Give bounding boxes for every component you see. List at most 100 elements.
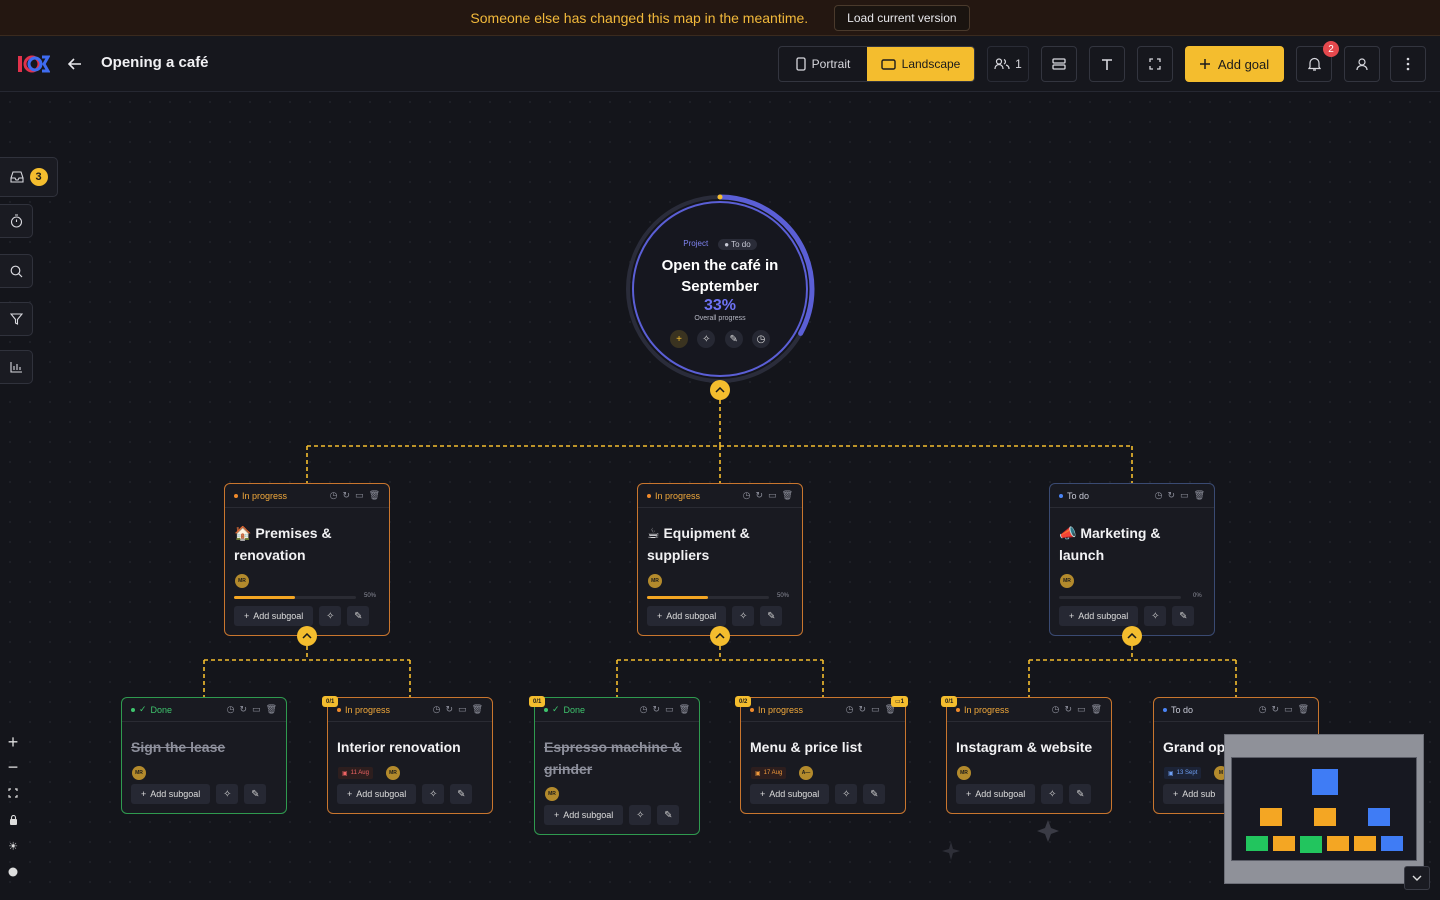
goal-card[interactable]: In progress ◷ ↻ ▭ 🗑 ☕ Equipment & suppliers… [637, 483, 803, 636]
subgoal-card[interactable]: In progress ◷ ↻ ▭ 🗑 Interior renovation ▣ 11… [327, 697, 493, 814]
repeat-icon[interactable]: ↻ [1272, 704, 1280, 715]
root-timer-icon[interactable]: ◷ [751, 330, 770, 348]
timer-icon[interactable]: ◷ [1155, 490, 1163, 501]
inbox-icon[interactable]: ▭ [871, 704, 880, 715]
trash-icon[interactable]: 🗑 [266, 704, 277, 715]
add-subgoal-button[interactable]: + Add subgoal [234, 606, 314, 626]
repeat-icon[interactable]: ↻ [343, 490, 351, 501]
search-button[interactable] [0, 254, 33, 288]
inbox-icon[interactable]: ▭ [1077, 704, 1086, 715]
fullscreen-button[interactable] [1137, 46, 1173, 82]
inbox-icon[interactable]: ▭ [355, 490, 364, 501]
trash-icon[interactable]: 🗑 [1091, 704, 1102, 715]
repeat-icon[interactable]: ↻ [859, 704, 867, 715]
repeat-icon[interactable]: ↻ [653, 704, 661, 715]
text-button[interactable] [1089, 46, 1125, 82]
subgoal-card[interactable]: In progress ◷ ↻ ▭ 🗑 Instagram & website MR … [946, 697, 1112, 814]
repeat-icon[interactable]: ↻ [1065, 704, 1073, 715]
root-collapse-button[interactable] [710, 380, 730, 400]
minimap[interactable] [1224, 734, 1424, 884]
landscape-view-button[interactable]: Landscape [867, 47, 974, 81]
avatar[interactable]: A— [799, 766, 813, 780]
lock-button[interactable] [3, 810, 23, 830]
back-arrow-icon[interactable] [64, 53, 86, 75]
add-subgoal-button[interactable]: + Add subgoal [956, 784, 1036, 804]
color-palette-icon[interactable] [3, 862, 23, 882]
task-count-tag[interactable]: 0/1 [322, 696, 339, 707]
timer-icon[interactable]: ◷ [743, 490, 751, 501]
inbox-icon[interactable]: ▭ [768, 490, 777, 501]
trash-icon[interactable]: 🗑 [782, 490, 793, 501]
goal-card[interactable]: In progress ◷ ↻ ▭ 🗑 🏠 Premises & renovation… [224, 483, 390, 636]
add-subgoal-button[interactable]: + Add subgoal [131, 784, 211, 804]
profile-button[interactable] [1344, 46, 1380, 82]
edit-pencil-icon[interactable]: ✎ [657, 805, 680, 825]
due-date-badge[interactable]: ▣ 11 Aug [338, 767, 373, 779]
add-subgoal-button[interactable]: + Add subgoal [647, 606, 727, 626]
avatar[interactable]: MR [235, 574, 249, 588]
add-subgoal-button[interactable]: + Add subgoal [750, 784, 830, 804]
magic-wand-icon[interactable]: ✧ [422, 784, 445, 804]
root-add-button[interactable]: + [670, 330, 688, 348]
inbox-icon[interactable]: ▭ [665, 704, 674, 715]
edit-pencil-icon[interactable]: ✎ [863, 784, 886, 804]
timer-icon[interactable]: ◷ [1259, 704, 1267, 715]
root-goal-node[interactable]: Project ● To do Open the café in Septemb… [624, 193, 816, 385]
trash-icon[interactable]: 🗑 [1298, 704, 1309, 715]
statistics-button[interactable] [0, 350, 33, 384]
more-menu-button[interactable] [1390, 46, 1426, 82]
timer-icon[interactable]: ◷ [640, 704, 648, 715]
comment-count-tag[interactable]: ▭ 1 [891, 696, 909, 707]
timer-icon[interactable]: ◷ [433, 704, 441, 715]
subgoal-card[interactable]: ✓ Done ◷ ↻ ▭ 🗑 Espresso machine & grinder M… [534, 697, 700, 835]
add-subgoal-button[interactable]: + Add subgoal [1059, 606, 1139, 626]
timer-icon[interactable]: ◷ [846, 704, 854, 715]
minimap-toggle-button[interactable] [1404, 866, 1430, 890]
edit-pencil-icon[interactable]: ✎ [244, 784, 267, 804]
avatar[interactable]: MR [386, 766, 400, 780]
trash-icon[interactable]: 🗑 [369, 490, 380, 501]
magic-wand-icon[interactable]: ✧ [1144, 606, 1167, 626]
inbox-icon[interactable]: ▭ [1284, 704, 1293, 715]
load-current-version-button[interactable]: Load current version [834, 4, 970, 31]
subgoal-card[interactable]: In progress ◷ ↻ ▭ 🗑 Menu & price list ▣ 17 A… [740, 697, 906, 814]
avatar[interactable]: MR [132, 766, 146, 780]
avatar[interactable]: MR [648, 574, 662, 588]
goal-collapse-button[interactable] [297, 626, 317, 646]
due-date-badge[interactable]: ▣ 13 Sept [1164, 767, 1202, 779]
edit-pencil-icon[interactable]: ✎ [1172, 606, 1195, 626]
task-count-tag[interactable]: 0/1 [941, 696, 958, 707]
subgoal-card[interactable]: ✓ Done ◷ ↻ ▭ 🗑 Sign the lease MR + Add subg… [121, 697, 287, 814]
edit-pencil-icon[interactable]: ✎ [760, 606, 783, 626]
portrait-view-button[interactable]: Portrait [779, 47, 867, 81]
task-count-tag[interactable]: 0/2 [735, 696, 752, 707]
magic-wand-icon[interactable]: ✧ [732, 606, 755, 626]
notifications-button[interactable]: 2 [1296, 41, 1339, 82]
due-date-badge[interactable]: ▣ 17 Aug [751, 767, 787, 779]
add-subgoal-button[interactable]: + Add sub [1163, 784, 1226, 804]
repeat-icon[interactable]: ↻ [240, 704, 248, 715]
goal-collapse-button[interactable] [710, 626, 730, 646]
task-count-tag[interactable]: 0/1 [529, 696, 546, 707]
avatar[interactable]: MR [545, 787, 559, 801]
theme-sun-icon[interactable]: ☀ [3, 836, 23, 856]
trash-icon[interactable]: 🗑 [679, 704, 690, 715]
fit-view-button[interactable] [3, 783, 23, 803]
magic-wand-icon[interactable]: ✧ [216, 784, 239, 804]
timer-button[interactable] [0, 204, 33, 238]
app-logo[interactable] [16, 53, 50, 75]
magic-wand-icon[interactable]: ✧ [1041, 784, 1064, 804]
edit-pencil-icon[interactable]: ✎ [450, 784, 473, 804]
goal-card[interactable]: To do ◷ ↻ ▭ 🗑 📣 Marketing & launch MR 0% + … [1049, 483, 1215, 636]
root-magic-wand-icon[interactable]: ✧ [697, 330, 716, 348]
trash-icon[interactable]: 🗑 [472, 704, 483, 715]
collaborators-button[interactable]: 1 [987, 46, 1029, 82]
add-subgoal-button[interactable]: + Add subgoal [544, 805, 624, 825]
edit-pencil-icon[interactable]: ✎ [1069, 784, 1092, 804]
add-subgoal-button[interactable]: + Add subgoal [337, 784, 417, 804]
avatar[interactable]: MR [957, 766, 971, 780]
inbox-icon[interactable]: ▭ [252, 704, 261, 715]
inbox-button[interactable]: 3 [0, 157, 58, 197]
timer-icon[interactable]: ◷ [1052, 704, 1060, 715]
avatar[interactable]: MR [1060, 574, 1074, 588]
